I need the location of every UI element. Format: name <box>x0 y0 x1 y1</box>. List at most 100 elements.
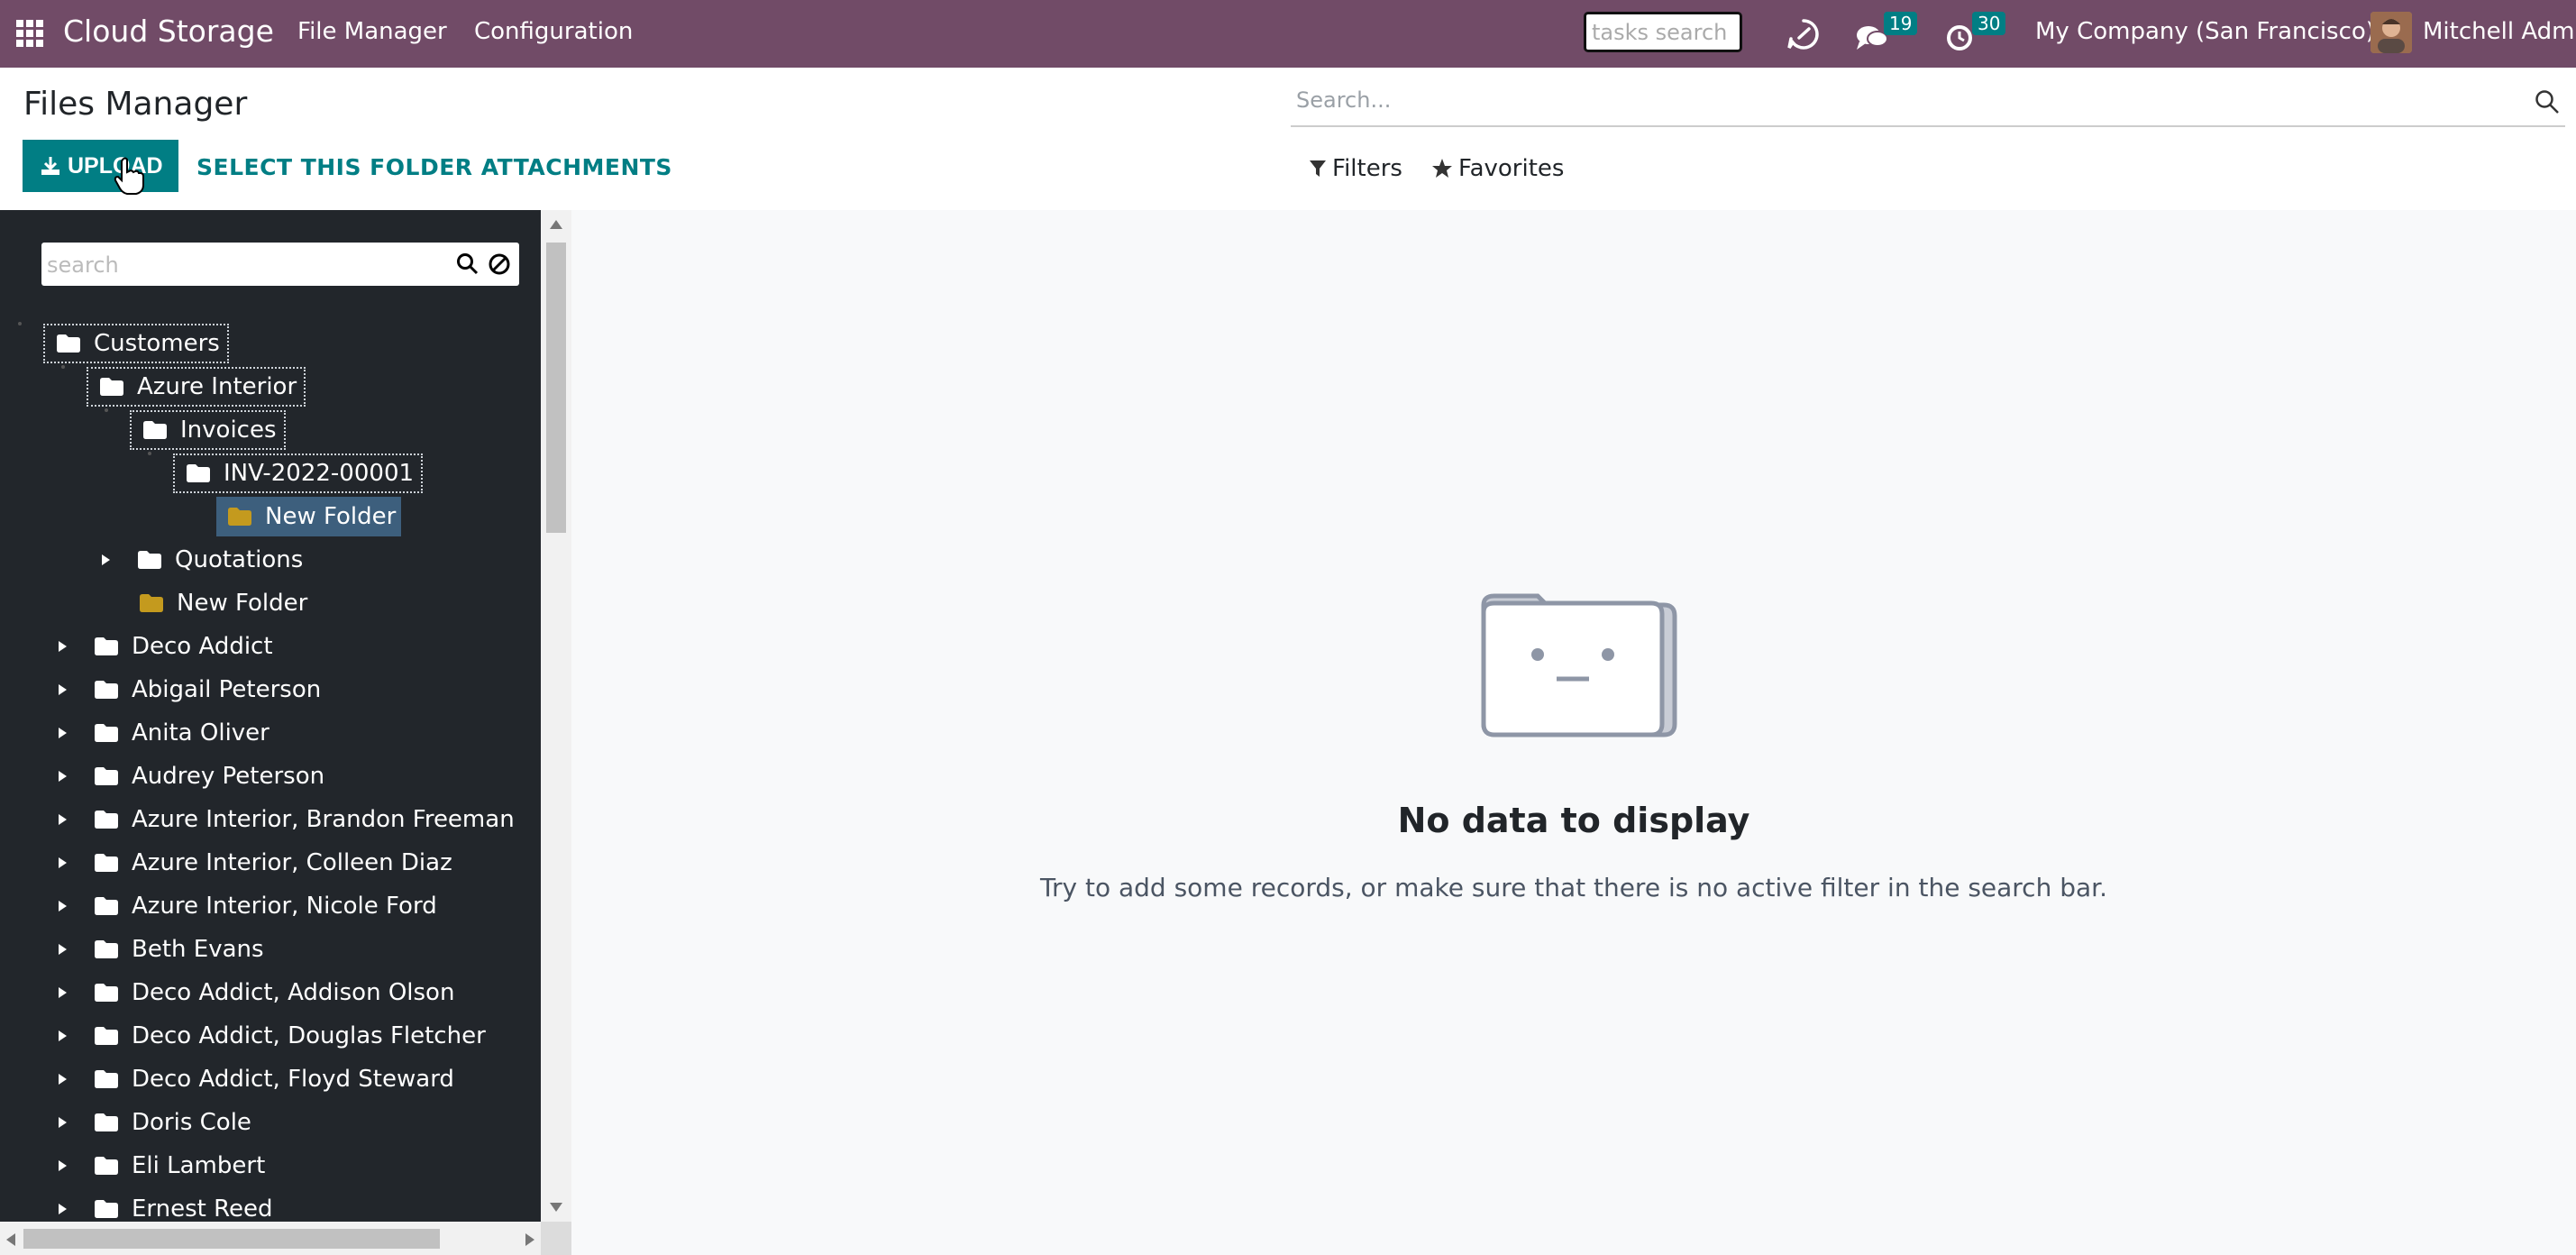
company-switcher[interactable]: My Company (San Francisco) <box>2035 18 2375 45</box>
tasks-search-input[interactable] <box>1584 12 1742 52</box>
search-input[interactable] <box>1291 80 2473 120</box>
empty-state-title: No data to display <box>1397 801 1750 840</box>
folder-icon <box>95 897 118 915</box>
favorites-label: Favorites <box>1458 155 1565 182</box>
folder-icon <box>95 1157 118 1175</box>
search-icon[interactable] <box>456 252 480 276</box>
tree-node[interactable]: Azure Interior, Colleen Diaz <box>56 843 452 883</box>
tree-node-label: Azure Interior, Brandon Freeman <box>132 806 515 833</box>
tree-node[interactable]: Azure Interior <box>87 367 306 407</box>
tree-vertical-scrollbar[interactable] <box>541 210 571 1222</box>
caret-right-icon[interactable] <box>56 900 69 912</box>
tree-node[interactable]: New Folder <box>139 583 307 623</box>
caret-right-icon[interactable] <box>56 1116 69 1129</box>
apps-menu-icon[interactable] <box>16 20 43 47</box>
clear-search-icon[interactable] <box>487 252 512 277</box>
caret-right-icon[interactable] <box>56 1073 69 1086</box>
tree-node-label: New Folder <box>177 590 308 617</box>
folder-icon <box>95 811 118 829</box>
caret-right-icon[interactable] <box>56 1030 69 1042</box>
folder-icon <box>138 551 161 569</box>
folder-icon <box>95 940 118 958</box>
search-bar <box>1291 80 2565 127</box>
tree-node-label: Azure Interior, Colleen Diaz <box>132 849 452 876</box>
caret-right-icon[interactable] <box>56 1203 69 1215</box>
tree-node-label: Azure Interior <box>137 373 297 400</box>
tree-node[interactable]: Azure Interior, Brandon Freeman <box>56 800 515 839</box>
tree-node-label: Quotations <box>175 546 304 573</box>
sync-icon[interactable] <box>1786 16 1821 52</box>
folder-icon <box>95 724 118 742</box>
app-brand[interactable]: Cloud Storage <box>63 14 274 49</box>
tree-collapse-dot[interactable] <box>61 365 65 369</box>
tree-collapse-dot[interactable] <box>148 452 151 455</box>
tree-node[interactable]: Abigail Peterson <box>56 670 321 710</box>
tree-node-label: Audrey Peterson <box>132 763 325 790</box>
folder-icon <box>228 508 251 526</box>
tree-node-label: Deco Addict, Addison Olson <box>132 979 455 1006</box>
folder-icon <box>95 681 118 699</box>
tree-search-input[interactable] <box>45 244 445 286</box>
caret-right-icon[interactable] <box>56 813 69 826</box>
tree-node[interactable]: Azure Interior, Nicole Ford <box>56 886 437 926</box>
tree-node[interactable]: Anita Oliver <box>56 713 269 753</box>
main-content: No data to display Try to add some recor… <box>571 210 2576 1255</box>
tree-horizontal-scrollbar[interactable] <box>0 1222 541 1255</box>
upload-button[interactable]: UPLOAD <box>23 140 178 192</box>
favorites-button[interactable]: Favorites <box>1431 155 1564 182</box>
tree-node-label: Invoices <box>180 417 277 444</box>
menu-configuration[interactable]: Configuration <box>474 18 633 45</box>
search-icon[interactable] <box>2535 89 2560 115</box>
tree-node-label: Customers <box>94 330 220 357</box>
folder-icon <box>95 854 118 872</box>
folder-icon <box>187 464 210 482</box>
menu-file-manager[interactable]: File Manager <box>297 18 447 45</box>
filters-label: Filters <box>1332 155 1402 182</box>
tree-node[interactable]: Quotations <box>99 540 303 580</box>
tree-node-label: Deco Addict <box>132 633 273 660</box>
empty-folder-icon <box>1481 593 1677 737</box>
tree-node[interactable]: Beth Evans <box>56 930 264 969</box>
tree-node[interactable]: Deco Addict, Addison Olson <box>56 973 454 1012</box>
caret-right-icon[interactable] <box>56 640 69 653</box>
tree-node-label: Azure Interior, Nicole Ford <box>132 893 437 920</box>
folder-icon <box>95 1200 118 1218</box>
tree-search-box <box>41 243 519 286</box>
activity-clock-icon[interactable] <box>1945 20 1974 56</box>
tree-node-label: Ernest Reed <box>132 1195 273 1223</box>
tree-node[interactable]: Audrey Peterson <box>56 756 324 796</box>
caret-right-icon[interactable] <box>56 727 69 739</box>
caret-right-icon[interactable] <box>56 770 69 783</box>
filter-icon <box>1310 160 1326 177</box>
tree-node[interactable]: Deco Addict, Floyd Steward <box>56 1059 454 1099</box>
caret-right-icon[interactable] <box>99 554 112 566</box>
tree-node[interactable]: New Folder <box>216 497 402 536</box>
tree-node[interactable]: Deco Addict, Douglas Fletcher <box>56 1016 486 1056</box>
tree-node-label: Beth Evans <box>132 936 264 963</box>
tree-node[interactable]: INV-2022-00001 <box>173 453 424 493</box>
tree-node-label: Abigail Peterson <box>132 676 322 703</box>
tree-node[interactable]: Doris Cole <box>56 1103 251 1142</box>
tree-collapse-dot[interactable] <box>105 408 108 412</box>
tree-node-label: Doris Cole <box>132 1109 251 1136</box>
caret-right-icon[interactable] <box>56 1159 69 1172</box>
user-avatar[interactable] <box>2370 12 2412 53</box>
filters-button[interactable]: Filters <box>1309 155 1402 182</box>
control-panel: Files Manager UPLOAD SELECT THIS FOLDER … <box>0 68 2576 212</box>
folder-icon <box>95 1027 118 1045</box>
tree-collapse-dot[interactable] <box>18 322 22 325</box>
user-menu[interactable]: Mitchell Admin <box>2423 18 2576 45</box>
select-folder-attachments-button[interactable]: SELECT THIS FOLDER ATTACHMENTS <box>196 154 672 180</box>
folder-icon <box>57 334 80 353</box>
tree-node[interactable]: Customers <box>43 324 229 363</box>
caret-right-icon[interactable] <box>56 683 69 696</box>
tree-node[interactable]: Deco Addict <box>56 627 273 666</box>
tree-node[interactable]: Eli Lambert <box>56 1146 265 1186</box>
folder-icon <box>143 421 167 439</box>
tree-node-label: New Folder <box>265 503 397 530</box>
caret-right-icon[interactable] <box>56 986 69 999</box>
caret-right-icon[interactable] <box>56 943 69 956</box>
tree-node[interactable]: Invoices <box>130 410 286 450</box>
folder-icon <box>140 594 163 612</box>
caret-right-icon[interactable] <box>56 857 69 869</box>
